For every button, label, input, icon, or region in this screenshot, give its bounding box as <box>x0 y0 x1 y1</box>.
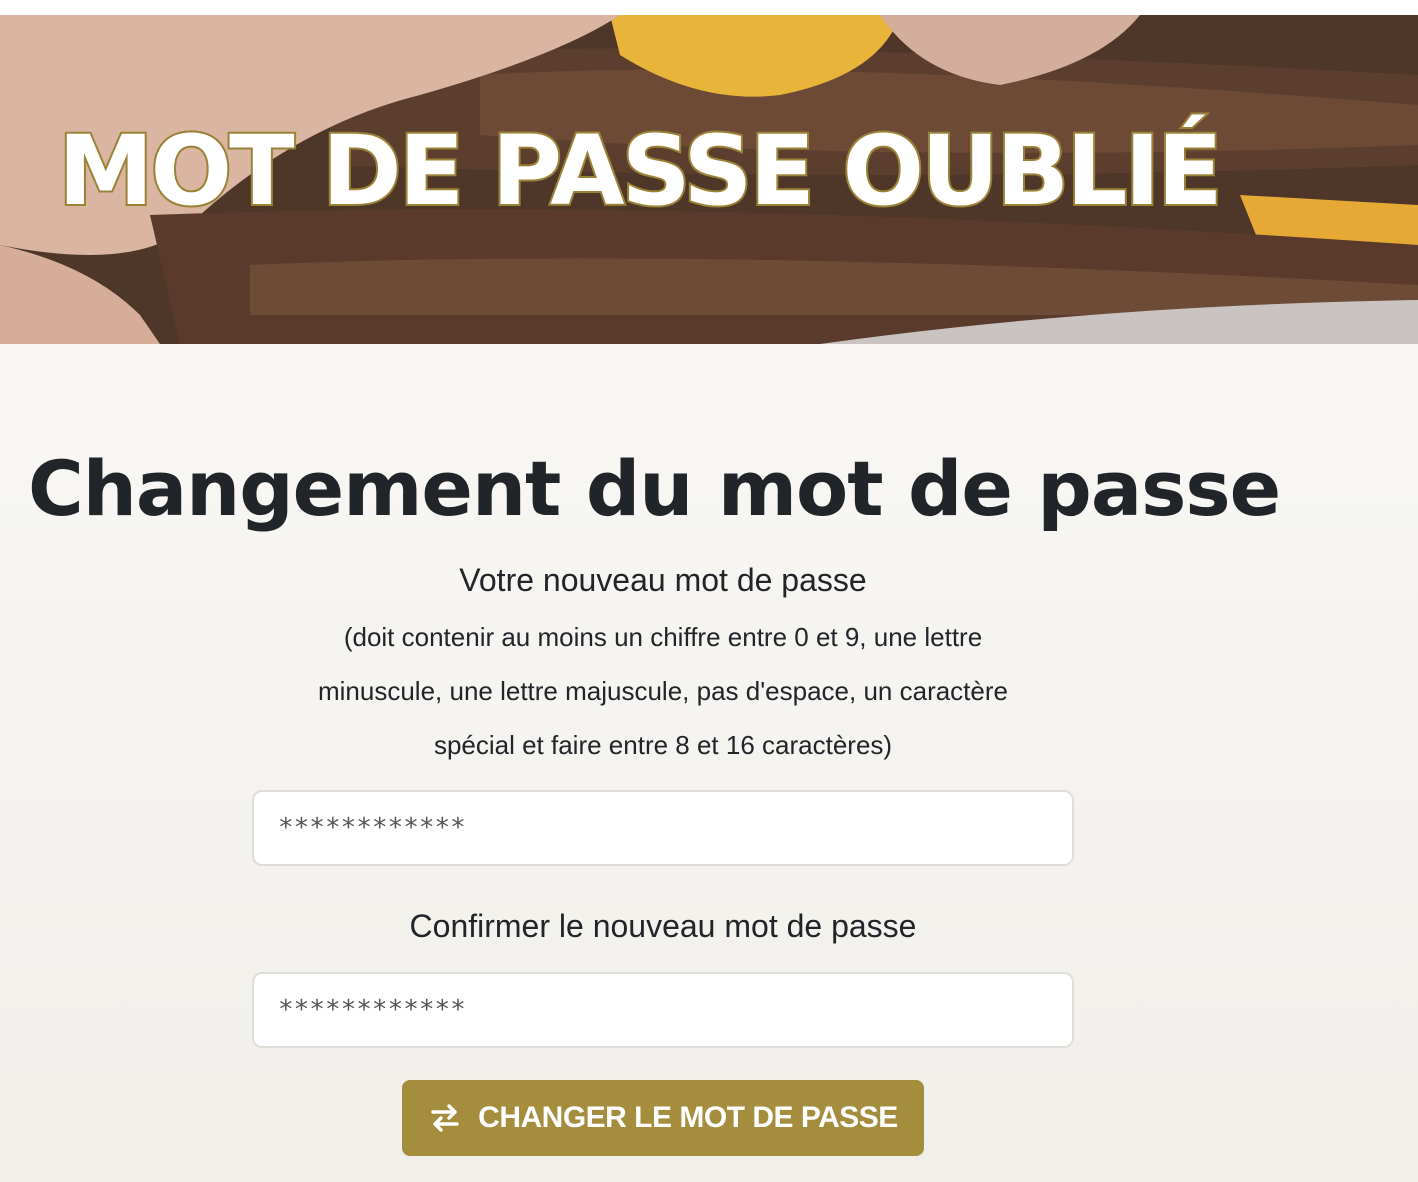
change-password-button[interactable]: CHANGER LE MOT DE PASSE <box>402 1080 924 1156</box>
hero-banner: MOT DE PASSE OUBLIÉ <box>0 15 1418 344</box>
change-password-button-label: CHANGER LE MOT DE PASSE <box>478 1101 898 1134</box>
confirm-password-field[interactable]: ************ <box>252 972 1074 1048</box>
new-password-label: Votre nouveau mot de passe <box>459 562 867 598</box>
hero-title: MOT DE PASSE OUBLIÉ <box>56 115 1225 227</box>
top-strip <box>0 0 1418 15</box>
password-form: Votre nouveau mot de passe (doit conteni… <box>252 558 1074 1156</box>
swap-arrows-icon <box>431 1104 459 1132</box>
main-content: Changement du mot de passe Votre nouveau… <box>0 344 1418 1182</box>
password-requirements-hint: (doit contenir au moins un chiffre entre… <box>317 622 1008 760</box>
confirm-password-label: Confirmer le nouveau mot de passe <box>409 908 917 944</box>
new-password-field[interactable]: ************ <box>252 790 1074 866</box>
page-title: Changement du mot de passe <box>28 444 1281 533</box>
